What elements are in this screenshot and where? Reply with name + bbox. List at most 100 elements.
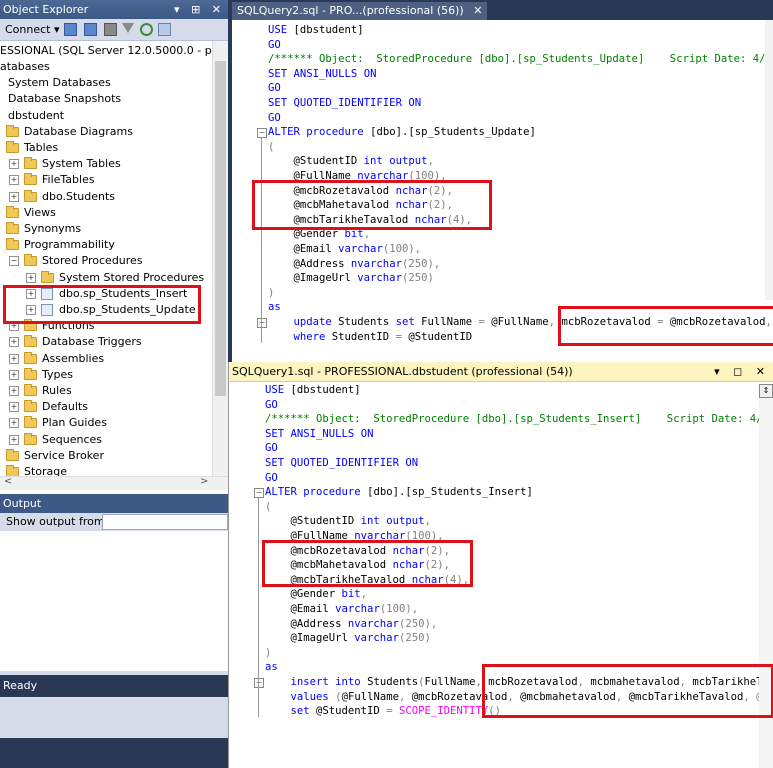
code-token: @Email bbox=[265, 603, 336, 615]
code-token: = bbox=[386, 705, 399, 718]
summary-icon[interactable] bbox=[158, 23, 171, 36]
collapse-region-icon[interactable]: − bbox=[257, 318, 267, 328]
code-line: SET QUOTED_IDENTIFIER ON bbox=[268, 96, 421, 111]
editor-bottom-title: SQLQuery1.sql - PROFESSIONAL.dbstudent (… bbox=[232, 365, 573, 378]
output-toolbar: Show output from: bbox=[0, 513, 228, 531]
expand-icon[interactable]: + bbox=[9, 402, 19, 413]
code-token: @StudentID bbox=[408, 330, 473, 343]
code-token: int bbox=[360, 515, 387, 528]
tree-node-label: Plan Guides bbox=[42, 416, 107, 430]
code-token: = bbox=[395, 330, 409, 343]
object-explorer-horizontal-scrollbar[interactable]: < > bbox=[0, 476, 228, 490]
expand-icon[interactable]: + bbox=[9, 353, 19, 364]
code-line: ) bbox=[268, 286, 274, 301]
code-token: [dbstudent] bbox=[293, 24, 364, 36]
editor-top-vertical-scrollbar[interactable] bbox=[765, 20, 773, 300]
scrollbar-thumb[interactable] bbox=[215, 61, 226, 396]
code-line: as bbox=[265, 660, 278, 675]
split-handle-icon[interactable]: ⇕ bbox=[759, 384, 773, 398]
close-tab-icon[interactable]: ✕ bbox=[473, 4, 482, 17]
code-token: USE bbox=[265, 384, 291, 396]
refresh-icon[interactable] bbox=[140, 23, 153, 36]
code-line: @Address nvarchar(250), bbox=[268, 257, 441, 272]
status-bar: Ready bbox=[0, 675, 228, 697]
code-token: ( bbox=[265, 500, 272, 513]
folder-icon bbox=[24, 173, 37, 186]
output-text-area[interactable] bbox=[0, 531, 228, 671]
output-panel: Output Show output from: bbox=[0, 494, 228, 768]
folder-icon bbox=[24, 351, 37, 364]
collapse-icon[interactable]: − bbox=[9, 256, 19, 267]
bottom-chrome bbox=[0, 738, 228, 768]
expand-icon[interactable]: + bbox=[9, 191, 19, 202]
expand-icon[interactable]: + bbox=[9, 337, 19, 348]
fold-guide-line bbox=[258, 498, 259, 718]
connect-object-icon[interactable] bbox=[64, 23, 77, 36]
tree-node-label: Rules bbox=[42, 384, 72, 397]
object-explorer-vertical-scrollbar[interactable] bbox=[212, 41, 228, 476]
code-line: GO bbox=[265, 441, 278, 456]
code-token: @ImageUrl bbox=[265, 632, 355, 645]
object-explorer-window-buttons[interactable]: ▾ ⊞ ✕ bbox=[174, 0, 225, 19]
expand-icon[interactable]: + bbox=[9, 434, 19, 445]
expand-icon[interactable]: + bbox=[9, 386, 19, 396]
collapse-region-icon[interactable]: − bbox=[254, 678, 264, 688]
code-line: /****** Object: StoredProcedure [dbo].[s… bbox=[265, 412, 762, 427]
folder-icon bbox=[24, 432, 37, 445]
code-line: GO bbox=[268, 81, 281, 96]
folder-icon bbox=[6, 448, 19, 461]
code-line: /****** Object: StoredProcedure [dbo].[s… bbox=[268, 52, 772, 67]
filter-icon[interactable] bbox=[122, 23, 134, 33]
code-token: output bbox=[389, 155, 428, 168]
tree-node-label: ESSIONAL (SQL Server 12.0.5000.0 - profe… bbox=[0, 44, 212, 57]
scroll-left-arrow-icon[interactable]: < bbox=[4, 476, 12, 487]
code-line: GO bbox=[265, 398, 278, 413]
code-line: @Email varchar(100), bbox=[265, 602, 419, 617]
code-token: , bbox=[433, 257, 441, 270]
code-token: ALTER bbox=[265, 486, 304, 499]
folder-icon bbox=[6, 222, 19, 234]
editor-window-buttons[interactable]: ▾ ◻ ✕ bbox=[714, 362, 770, 382]
code-token: nvarchar bbox=[347, 617, 399, 630]
tree-node-label: Defaults bbox=[42, 400, 88, 414]
code-line: @ImageUrl varchar(250) bbox=[265, 631, 431, 646]
folder-icon bbox=[24, 157, 37, 170]
code-line: @StudentID int output, bbox=[265, 514, 431, 529]
expand-icon[interactable]: + bbox=[9, 159, 19, 170]
code-token: = bbox=[478, 316, 492, 328]
code-line: USE [dbstudent] bbox=[268, 23, 364, 38]
tree-node-label: Database Triggers bbox=[42, 335, 142, 349]
tree-node-label: Database Snapshots bbox=[8, 92, 122, 106]
code-line: SET ANSI_NULLS ON bbox=[265, 427, 373, 442]
tree-node-label: System Stored Procedures bbox=[59, 270, 205, 284]
collapse-region-icon[interactable]: − bbox=[257, 128, 267, 139]
code-token: , bbox=[360, 588, 368, 601]
code-token: QUOTED_IDENTIFIER bbox=[290, 457, 406, 469]
code-token: @StudentID bbox=[316, 705, 387, 718]
code-token: update bbox=[268, 316, 339, 328]
query-editor-top: SQLQuery2.sql - PRO...(professional (56)… bbox=[232, 0, 773, 362]
code-token: SCOPE_IDENTITY bbox=[398, 705, 489, 718]
code-token: (250) bbox=[398, 632, 431, 645]
code-token: /****** Object: StoredProcedure [dbo].[s… bbox=[268, 53, 772, 66]
expand-icon[interactable]: + bbox=[9, 418, 19, 429]
code-line: ALTER procedure [dbo].[sp_Students_Inser… bbox=[265, 485, 533, 500]
output-source-select[interactable] bbox=[102, 514, 228, 530]
code-token: nvarchar bbox=[350, 257, 402, 270]
connect-button[interactable]: Connect ▾ bbox=[5, 22, 60, 38]
expand-icon[interactable]: + bbox=[26, 272, 36, 283]
code-token: SET bbox=[268, 67, 294, 80]
expand-icon[interactable]: + bbox=[9, 175, 19, 186]
stop-icon[interactable] bbox=[104, 23, 117, 36]
collapse-region-icon[interactable]: − bbox=[254, 488, 264, 499]
code-token: @Gender bbox=[265, 588, 342, 601]
expand-icon[interactable]: + bbox=[9, 369, 19, 380]
code-token: ( bbox=[268, 140, 275, 153]
code-line: where StudentID = @StudentID bbox=[268, 330, 473, 345]
tree-node-label: Database Diagrams bbox=[24, 124, 133, 138]
disconnect-icon[interactable] bbox=[84, 23, 97, 36]
tab-sqlquery2[interactable]: SQLQuery2.sql - PRO...(professional (56)… bbox=[232, 2, 488, 20]
code-line: ( bbox=[268, 140, 274, 155]
scroll-right-arrow-icon[interactable]: > bbox=[200, 476, 208, 487]
code-line: as bbox=[268, 300, 281, 315]
